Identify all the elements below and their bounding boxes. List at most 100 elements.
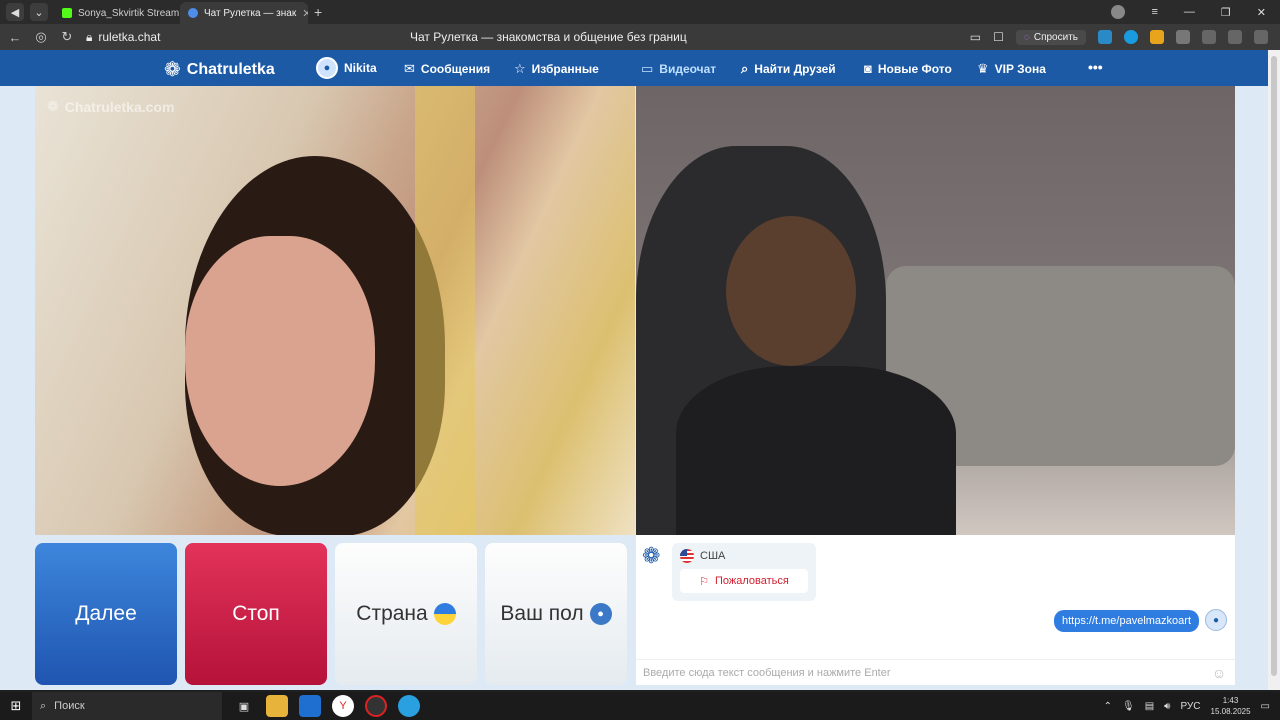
extension-1-icon[interactable] (1098, 30, 1112, 44)
download-icon[interactable] (1202, 30, 1216, 44)
ask-label: Спросить (1033, 31, 1078, 43)
stop-button[interactable]: Стоп (185, 543, 327, 685)
protect-icon[interactable]: ◎ (30, 29, 52, 45)
notifications-icon[interactable]: ▭ (1261, 701, 1270, 712)
nav-label: VIP Зона (994, 62, 1046, 76)
nav-favorites[interactable]: ☆ Избранные (514, 61, 599, 77)
new-tab-icon[interactable]: + (314, 4, 322, 20)
video-camera-icon: ▭ (641, 61, 654, 76)
country-name: США (700, 550, 726, 562)
nav-label: Видеочат (659, 62, 717, 76)
envelope-icon: ✉ (404, 61, 415, 76)
chatruletka-logo-icon: ❁ (47, 98, 59, 114)
crown-icon: ♛ (977, 61, 989, 76)
gender-label: Ваш пол (500, 602, 584, 625)
nav-label: Nikita (344, 61, 377, 75)
chevron-up-icon[interactable]: ⌃ (1104, 701, 1112, 712)
page-title: Чат Рулетка — знакомства и общение без г… (410, 30, 687, 44)
system-tray: ⌃ 🎙︎ ▤ 🔊︎ РУС 1:43 15.08.2025 ▭ (1104, 695, 1280, 717)
nav-label: Найти Друзей (754, 62, 836, 76)
video-watermark: ❁ Chatruletka.com (47, 98, 174, 115)
country-button[interactable]: Страна (335, 543, 477, 685)
network-icon[interactable]: ▤ (1145, 701, 1154, 712)
gender-button[interactable]: Ваш пол ● (485, 543, 627, 685)
gender-avatar-icon: ● (589, 603, 612, 625)
stop-label: Стоп (232, 602, 280, 625)
nav-profile[interactable]: ● Nikita (316, 57, 377, 79)
watermark-text: Chatruletka.com (64, 98, 175, 115)
page-scrollbar[interactable] (1268, 50, 1280, 690)
next-button[interactable]: Далее (35, 543, 177, 685)
browser-tab-stream[interactable]: Sonya_Skvirtik Stream - Ki (54, 2, 180, 24)
tab-audio-icon[interactable]: ◀ (6, 3, 24, 21)
lock-icon: 🔒︎ (86, 29, 93, 44)
yandex-browser-icon[interactable]: Y (332, 695, 354, 717)
windows-taskbar: ⊞ ⌕ Поиск ▣ Y ⌃ 🎙︎ ▤ 🔊︎ РУС 1:43 15.08.2… (0, 692, 1280, 720)
self-video (636, 86, 1235, 535)
window-controls: ≡ — ❐ ✕ (1111, 5, 1280, 19)
camera-icon[interactable]: ▭ (970, 30, 981, 44)
nav-new-photos[interactable]: ◙ Новые Фото (864, 61, 952, 76)
site-logo[interactable]: ❁ Chatruletka (164, 57, 275, 82)
task-view-icon[interactable]: ▣ (233, 695, 255, 717)
close-window-icon[interactable]: ✕ (1257, 6, 1266, 19)
chat-input-bar: ☺ (636, 659, 1235, 685)
tab-menu-chevron-icon[interactable]: ⌄ (30, 3, 48, 21)
browser-tab-chat[interactable]: Чат Рулетка — знак ✕ (180, 2, 308, 24)
minimize-icon[interactable]: — (1184, 6, 1195, 18)
taskbar-search[interactable]: ⌕ Поиск (32, 692, 222, 720)
scrollbar-thumb[interactable] (1271, 56, 1277, 676)
star-icon: ☆ (514, 61, 526, 76)
ask-button[interactable]: ◌ Спросить (1015, 29, 1086, 45)
photo-camera-icon: ◙ (864, 61, 872, 76)
usa-flag-icon (680, 549, 694, 563)
user-avatar-icon: ● (316, 57, 338, 79)
browser-tab-label: Чат Рулетка — знак (204, 7, 297, 19)
microphone-icon[interactable]: 🎙︎ (1122, 701, 1135, 712)
partner-video: ❁ Chatruletka.com (35, 86, 635, 535)
windows-start-icon[interactable]: ⊞ (0, 698, 32, 714)
share-icon[interactable] (1254, 30, 1268, 44)
close-tab-icon[interactable]: ✕ (302, 7, 308, 20)
language-indicator[interactable]: РУС (1180, 701, 1200, 712)
partner-country: США (680, 549, 725, 563)
back-icon[interactable]: ← (4, 30, 26, 45)
browser-tabstrip: ◀ ⌄ Sonya_Skvirtik Stream - Ki Чат Рулет… (0, 0, 1280, 24)
report-label: Пожаловаться (715, 575, 789, 587)
telegram-icon[interactable] (398, 695, 420, 717)
sidebar-icon[interactable] (1228, 30, 1242, 44)
bookmark-icon[interactable]: ☐ (993, 30, 1004, 44)
nav-messages[interactable]: ✉ Сообщения (404, 61, 490, 77)
nav-vip[interactable]: ♛ VIP Зона (977, 61, 1046, 77)
video-curtain (415, 86, 475, 535)
emoji-icon[interactable]: ☺ (1211, 665, 1227, 681)
video-person-body (676, 366, 956, 535)
reload-icon[interactable]: ↻ (56, 29, 78, 45)
file-explorer-icon[interactable] (266, 695, 288, 717)
url-field[interactable]: 🔒︎ ruletka.chat (86, 30, 160, 45)
search-icon: ⌕ (741, 61, 749, 76)
nav-label: Сообщения (420, 62, 491, 76)
outlook-icon[interactable] (299, 695, 321, 717)
ukraine-flag-icon (433, 603, 456, 625)
chat-panel: ❁ США ⚐ Пожаловаться https://t.me/pavelm… (636, 535, 1235, 685)
clock[interactable]: 1:43 15.08.2025 (1211, 695, 1251, 717)
search-icon: ⌕ (40, 699, 47, 712)
profile-avatar-icon[interactable] (1111, 5, 1126, 19)
obs-icon[interactable] (365, 695, 387, 717)
volume-icon[interactable]: 🔊︎ (1164, 701, 1170, 712)
chat-input[interactable] (643, 666, 1211, 679)
extensions-icon[interactable] (1176, 30, 1190, 44)
report-button[interactable]: ⚐ Пожаловаться (680, 569, 808, 593)
chat-message[interactable]: https://t.me/pavelmazkoart (1054, 610, 1199, 632)
more-menu-icon[interactable]: ••• (1088, 59, 1103, 75)
menu-icon[interactable]: ≡ (1151, 6, 1157, 18)
next-label: Далее (75, 602, 137, 625)
message-avatar-icon: ● (1205, 609, 1227, 631)
nav-videochat[interactable]: ▭ Видеочат (641, 61, 716, 77)
nav-find-friends[interactable]: ⌕ Найти Друзей (741, 61, 836, 77)
restore-icon[interactable]: ❐ (1221, 6, 1231, 19)
extension-3-icon[interactable] (1150, 30, 1164, 44)
browser-tab-label: Sonya_Skvirtik Stream - Ki (78, 7, 180, 19)
extension-2-icon[interactable] (1124, 30, 1138, 44)
